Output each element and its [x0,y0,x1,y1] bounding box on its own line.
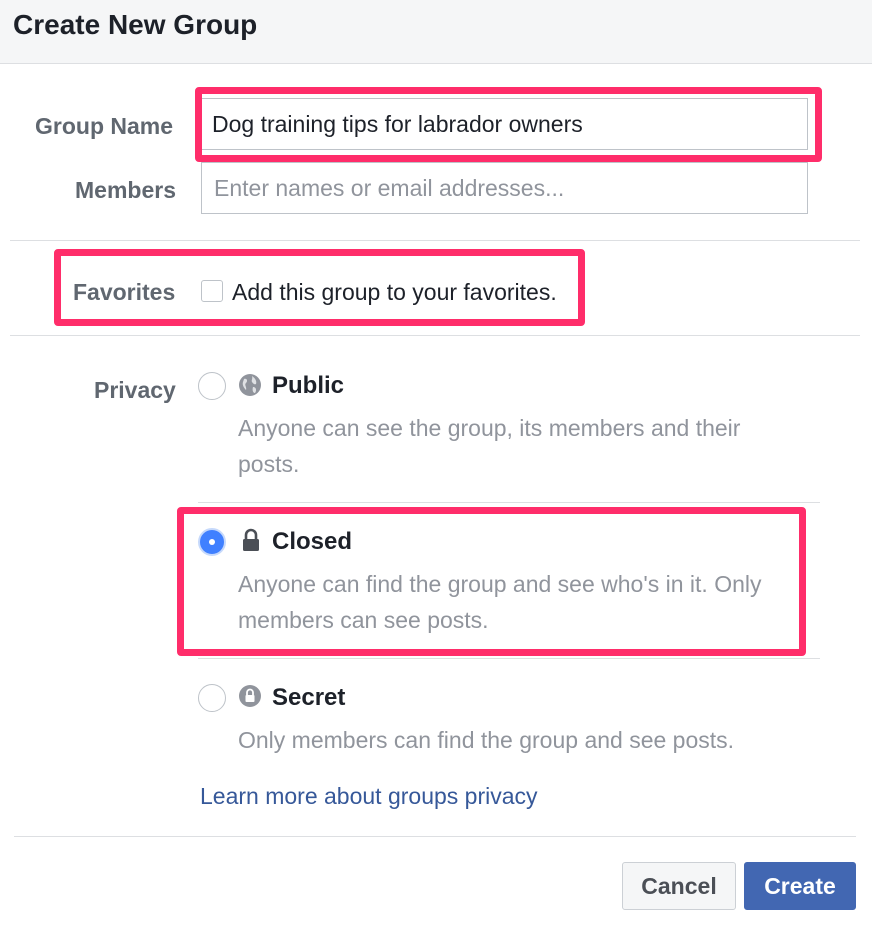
divider [10,335,860,336]
divider [198,658,820,659]
secret-lock-icon [239,685,261,707]
privacy-public-title[interactable]: Public [272,372,344,400]
members-input[interactable]: Enter names or email addresses... [201,162,808,214]
privacy-secret-title[interactable]: Secret [272,684,345,712]
privacy-closed-radio[interactable] [198,528,226,556]
globe-icon [239,374,261,396]
privacy-public-desc-line2: posts. [238,451,300,477]
group-name-input[interactable]: Dog training tips for labrador owners [201,98,808,150]
members-label: Members [75,177,176,203]
cancel-button[interactable]: Cancel [622,862,736,910]
privacy-secret-desc-line1: Only members can find the group and see … [238,727,735,753]
create-button[interactable]: Create [744,862,856,910]
lock-icon [243,528,259,551]
dialog-header: Create New Group [0,0,872,64]
favorites-checkbox[interactable] [201,280,223,302]
privacy-closed-desc-line1: Anyone can find the group and see who's … [238,571,762,597]
privacy-public-desc-line1: Anyone can see the group, its members an… [238,415,741,441]
group-name-label: Group Name [35,113,174,139]
favorites-label: Favorites [73,279,176,305]
dialog-title: Create New Group [13,9,258,40]
divider [10,240,860,241]
divider [198,502,820,503]
privacy-label: Privacy [94,377,176,403]
privacy-public-radio[interactable] [198,372,226,400]
divider [14,836,856,837]
privacy-closed-title[interactable]: Closed [272,528,352,556]
learn-more-privacy-link[interactable]: Learn more about groups privacy [200,782,538,810]
favorites-checkbox-label[interactable]: Add this group to your favorites. [232,278,557,306]
privacy-secret-radio[interactable] [198,684,226,712]
privacy-closed-desc-line2: members can see posts. [238,607,489,633]
